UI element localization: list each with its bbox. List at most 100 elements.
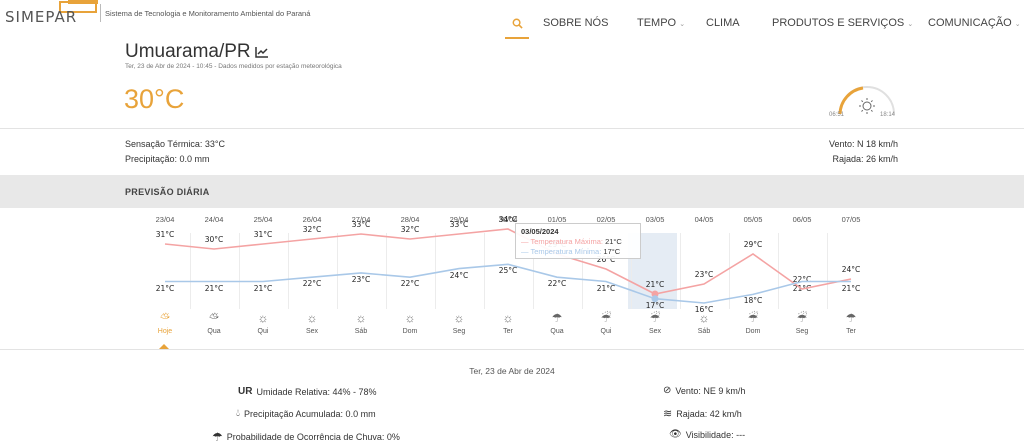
forecast-date[interactable]: 24/04 <box>194 215 234 224</box>
nav-produtos-servicos[interactable]: PRODUTOS E SERVIÇOS ⌄ <box>772 17 913 29</box>
forecast-day[interactable]: Qua <box>537 328 577 335</box>
nav-tempo[interactable]: TEMPO ⌄ <box>637 17 685 29</box>
column-divider <box>483 233 485 309</box>
logo-text: SIMEPAR <box>5 8 78 26</box>
min-temp-label: 21°C <box>204 283 224 293</box>
rain-icon[interactable]: ☂ <box>831 311 871 325</box>
column-divider <box>287 233 289 309</box>
max-temp-label: 23°C <box>694 270 714 279</box>
chart-tooltip: 03/05/2024 — Temperatura Máxima: 21°C — … <box>515 223 641 259</box>
tooltip-max-label: — Temperatura Máxima: <box>521 237 603 246</box>
nav-comunicacao[interactable]: COMUNICAÇÃO ⌄ <box>928 17 1021 29</box>
city-name: Umuarama/PR <box>125 41 251 62</box>
column-divider <box>385 233 387 309</box>
forecast-day[interactable]: Qui <box>243 328 283 335</box>
tooltip-date: 03/05/2024 <box>521 227 559 236</box>
column-divider <box>728 233 730 309</box>
forecast-date[interactable]: 06/05 <box>782 215 822 224</box>
rain-prob-text: Probabilidade de Ocorrência de Chuva: 0% <box>226 432 400 442</box>
sun-icon[interactable]: ☼ <box>292 311 332 325</box>
forecast-day[interactable]: Sáb <box>341 328 381 335</box>
min-temp-label: 17°C <box>645 300 665 310</box>
max-temp-label: 31°C <box>253 230 273 239</box>
column-divider <box>336 233 338 309</box>
humidity-text: Umidade Relativa: 44% - 78% <box>256 386 377 397</box>
forecast-date[interactable]: 07/05 <box>831 215 871 224</box>
forecast-day[interactable]: Hoje <box>145 328 185 335</box>
min-temp-label: 22°C <box>547 279 567 289</box>
column-divider <box>434 233 436 309</box>
forecast-date[interactable]: 25/04 <box>243 215 283 224</box>
wind: Vento: N 18 km/h <box>828 139 898 149</box>
divider <box>0 128 1024 129</box>
forecast-day[interactable]: Dom <box>733 328 773 335</box>
min-temp-label: 24°C <box>449 270 469 280</box>
forecast-day[interactable]: Sex <box>292 328 332 335</box>
forecast-day[interactable]: Ter <box>831 328 871 335</box>
sun-icon[interactable]: ☼ <box>439 311 479 325</box>
forecast-day[interactable]: Seg <box>782 328 822 335</box>
forecast-day[interactable]: Ter <box>488 328 528 335</box>
forecast-date[interactable]: 26/04 <box>292 215 332 224</box>
sun-icon[interactable]: ☼ <box>684 311 724 325</box>
forecast-day[interactable]: Seg <box>439 328 479 335</box>
forecast-day[interactable]: Qui <box>586 328 626 335</box>
max-temp-label: 33°C <box>351 220 371 229</box>
forecast-day[interactable]: Qua <box>194 328 234 335</box>
min-temp-label: 21°C <box>841 283 861 293</box>
sun-rain-icon[interactable]: ☔︎ <box>586 311 626 325</box>
sun-rain-icon[interactable]: ☔︎ <box>782 311 822 325</box>
sun-icon[interactable]: ☼ <box>488 311 528 325</box>
column-divider <box>777 233 779 309</box>
forecast-date[interactable]: 03/05 <box>635 215 675 224</box>
forecast-title: PREVISÃO DIÁRIA <box>125 187 210 197</box>
forecast-day[interactable]: Sex <box>635 328 675 335</box>
sun-icon[interactable]: ☼ <box>390 311 430 325</box>
tagline: Sistema de Tecnologia e Monitoramento Am… <box>105 9 311 18</box>
tooltip-min-label: — Temperatura Mínima: <box>521 247 602 256</box>
column-divider <box>189 233 191 309</box>
sun-icon[interactable]: ☼ <box>243 311 283 325</box>
detail-wind: ⊘ Vento: NE 9 km/h <box>663 385 745 396</box>
precip-text: Precipitação Acumulada: 0.0 mm <box>244 408 376 419</box>
min-temp-label: 21°C <box>596 283 616 293</box>
chart-trend-icon[interactable] <box>254 46 269 58</box>
eye-icon: 👁︎ <box>669 429 682 440</box>
chevron-down-icon: ⌄ <box>679 21 686 28</box>
forecast-date[interactable]: 04/05 <box>684 215 724 224</box>
column-divider <box>679 233 681 309</box>
sun-rain-icon[interactable]: ☔︎ <box>733 311 773 325</box>
forecast-date[interactable]: 23/04 <box>145 215 185 224</box>
max-temp-label: 29°C <box>743 240 763 249</box>
nav-sobre-nos[interactable]: SOBRE NÓS <box>543 17 608 29</box>
rain-icon[interactable]: ☂ <box>537 311 577 325</box>
max-temp-label: 31°C <box>155 230 175 239</box>
min-temp-label: 21°C <box>155 283 175 293</box>
forecast-date[interactable]: 28/04 <box>390 215 430 224</box>
min-temp-label: 23°C <box>351 274 371 284</box>
sun-icon[interactable]: ☼ <box>341 311 381 325</box>
drop-icon: 💧︎ <box>236 408 240 419</box>
forecast-day[interactable]: Sáb <box>684 328 724 335</box>
visibility-text: Visibilidade: --- <box>685 429 746 440</box>
forecast-day[interactable]: Dom <box>390 328 430 335</box>
compass-icon: ⊘ <box>663 385 672 396</box>
max-temp-label: 21°C <box>645 280 665 289</box>
forecast-date[interactable]: 05/05 <box>733 215 773 224</box>
accumulated-precipitation: 💧︎ Precipitação Acumulada: 0.0 mm <box>236 408 376 419</box>
detail-date: Ter, 23 de Abr de 2024 <box>469 366 555 376</box>
chevron-down-icon: ⌄ <box>1014 21 1021 28</box>
search-button[interactable] <box>505 9 529 39</box>
max-temp-label: 30°C <box>204 235 224 244</box>
tooltip-min-value: 17°C <box>603 247 621 256</box>
search-icon <box>512 18 523 29</box>
min-temp-label: 18°C <box>743 296 763 306</box>
partly-cloudy-icon[interactable]: ⛅︎ <box>194 311 234 325</box>
max-temp-label: 24°C <box>841 265 861 274</box>
detail-gust: ≋ Rajada: 42 km/h <box>663 407 742 420</box>
column-divider <box>238 233 240 309</box>
partly-cloudy-icon[interactable]: ⛅︎ <box>145 311 185 325</box>
nav-clima[interactable]: CLIMA <box>706 17 740 29</box>
chevron-down-icon: ⌄ <box>907 21 914 28</box>
sun-rain-icon[interactable]: ☔︎ <box>635 311 675 325</box>
